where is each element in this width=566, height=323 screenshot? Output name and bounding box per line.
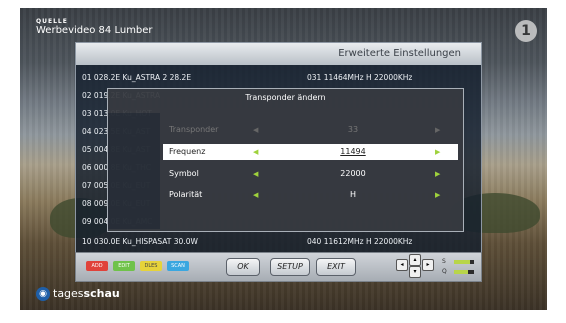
arrow-right-icon[interactable]: ▶	[435, 144, 440, 160]
tagesschau-logo: ◉ tagesschau	[36, 287, 120, 301]
dialog-title: Transponder ändern	[245, 93, 326, 102]
transponder-edit-dialog: Transponder ändern Transponder ◀ 33 ▶ Fr…	[107, 88, 464, 232]
logo-text-schau: schau	[83, 287, 120, 300]
field-label: Frequenz	[169, 147, 206, 156]
logo-text-tages: tages	[53, 287, 84, 300]
transponder-field: Transponder ◀ 33 ▶	[163, 122, 458, 138]
field-label: Polarität	[169, 190, 203, 199]
field-value: 33	[347, 125, 359, 134]
arrow-left-icon[interactable]: ◀	[253, 144, 258, 160]
tagesschau-icon: ◉	[36, 287, 50, 301]
bottom-button-bar: ADD EDIT DLES SCAN OK SETUP EXIT ◂ ▴ ▾ ▸…	[75, 252, 482, 282]
satellite-row[interactable]: 10 030.0E Ku_HISPASAT 30.0W 040 11612MHz …	[82, 233, 472, 251]
satellite-name: 01 028.2E Ku_ASTRA 2 28.2E	[82, 73, 192, 82]
add-button[interactable]: ADD	[86, 261, 108, 271]
signal-strength-fill	[454, 260, 470, 264]
arrow-right-icon[interactable]: ▶	[435, 166, 440, 182]
nav-up-icon[interactable]: ▴	[409, 254, 421, 266]
exit-button[interactable]: EXIT	[316, 258, 356, 276]
field-value[interactable]: 22000	[333, 166, 373, 182]
satellite-name: 10 030.0E Ku_HISPASAT 30.0W	[82, 237, 198, 246]
scan-button[interactable]: SCAN	[167, 261, 189, 271]
field-value[interactable]: 11494	[333, 144, 373, 160]
arrow-left-icon: ◀	[253, 126, 259, 134]
panel-title: Erweiterte Einstellungen	[76, 43, 481, 65]
nav-left-icon[interactable]: ◂	[396, 259, 408, 271]
arrow-right-icon[interactable]: ▶	[435, 187, 440, 203]
arrow-right-icon: ▶	[435, 126, 441, 134]
signal-label: S	[442, 258, 446, 265]
ok-button[interactable]: OK	[226, 258, 260, 276]
dialog-left-pane	[108, 113, 160, 229]
source-label: QUELLE	[36, 18, 68, 25]
transponder-info: 040 11612MHz H 22000KHz	[307, 237, 413, 246]
frequency-field[interactable]: Frequenz ◀ 11494 ▶	[163, 144, 458, 160]
source-overlay: QUELLE Werbevideo 84 Lumber	[36, 18, 153, 36]
polarity-field[interactable]: Polarität ◀ H ▶	[163, 187, 458, 203]
nav-down-icon[interactable]: ▾	[409, 266, 421, 278]
symbol-field[interactable]: Symbol ◀ 22000 ▶	[163, 166, 458, 182]
setup-button[interactable]: SETUP	[270, 258, 310, 276]
quality-label: Q	[442, 268, 447, 275]
nav-right-icon[interactable]: ▸	[422, 259, 434, 271]
delete-button[interactable]: DLES	[140, 261, 162, 271]
signal-strength-bar	[454, 260, 474, 264]
edit-button[interactable]: EDIT	[113, 261, 135, 271]
channel-one-logo: 1	[515, 20, 537, 42]
transponder-info: 031 11464MHz H 22000KHz	[307, 73, 413, 82]
signal-quality-fill	[454, 270, 468, 274]
arrow-left-icon[interactable]: ◀	[253, 187, 258, 203]
field-label: Symbol	[169, 169, 199, 178]
satellite-row[interactable]: 01 028.2E Ku_ASTRA 2 28.2E 031 11464MHz H…	[82, 69, 472, 87]
field-label: Transponder	[169, 125, 219, 134]
field-value[interactable]: H	[333, 187, 373, 203]
arrow-left-icon[interactable]: ◀	[253, 166, 258, 182]
signal-quality-bar	[454, 270, 474, 274]
source-name: Werbevideo 84 Lumber	[36, 25, 153, 36]
